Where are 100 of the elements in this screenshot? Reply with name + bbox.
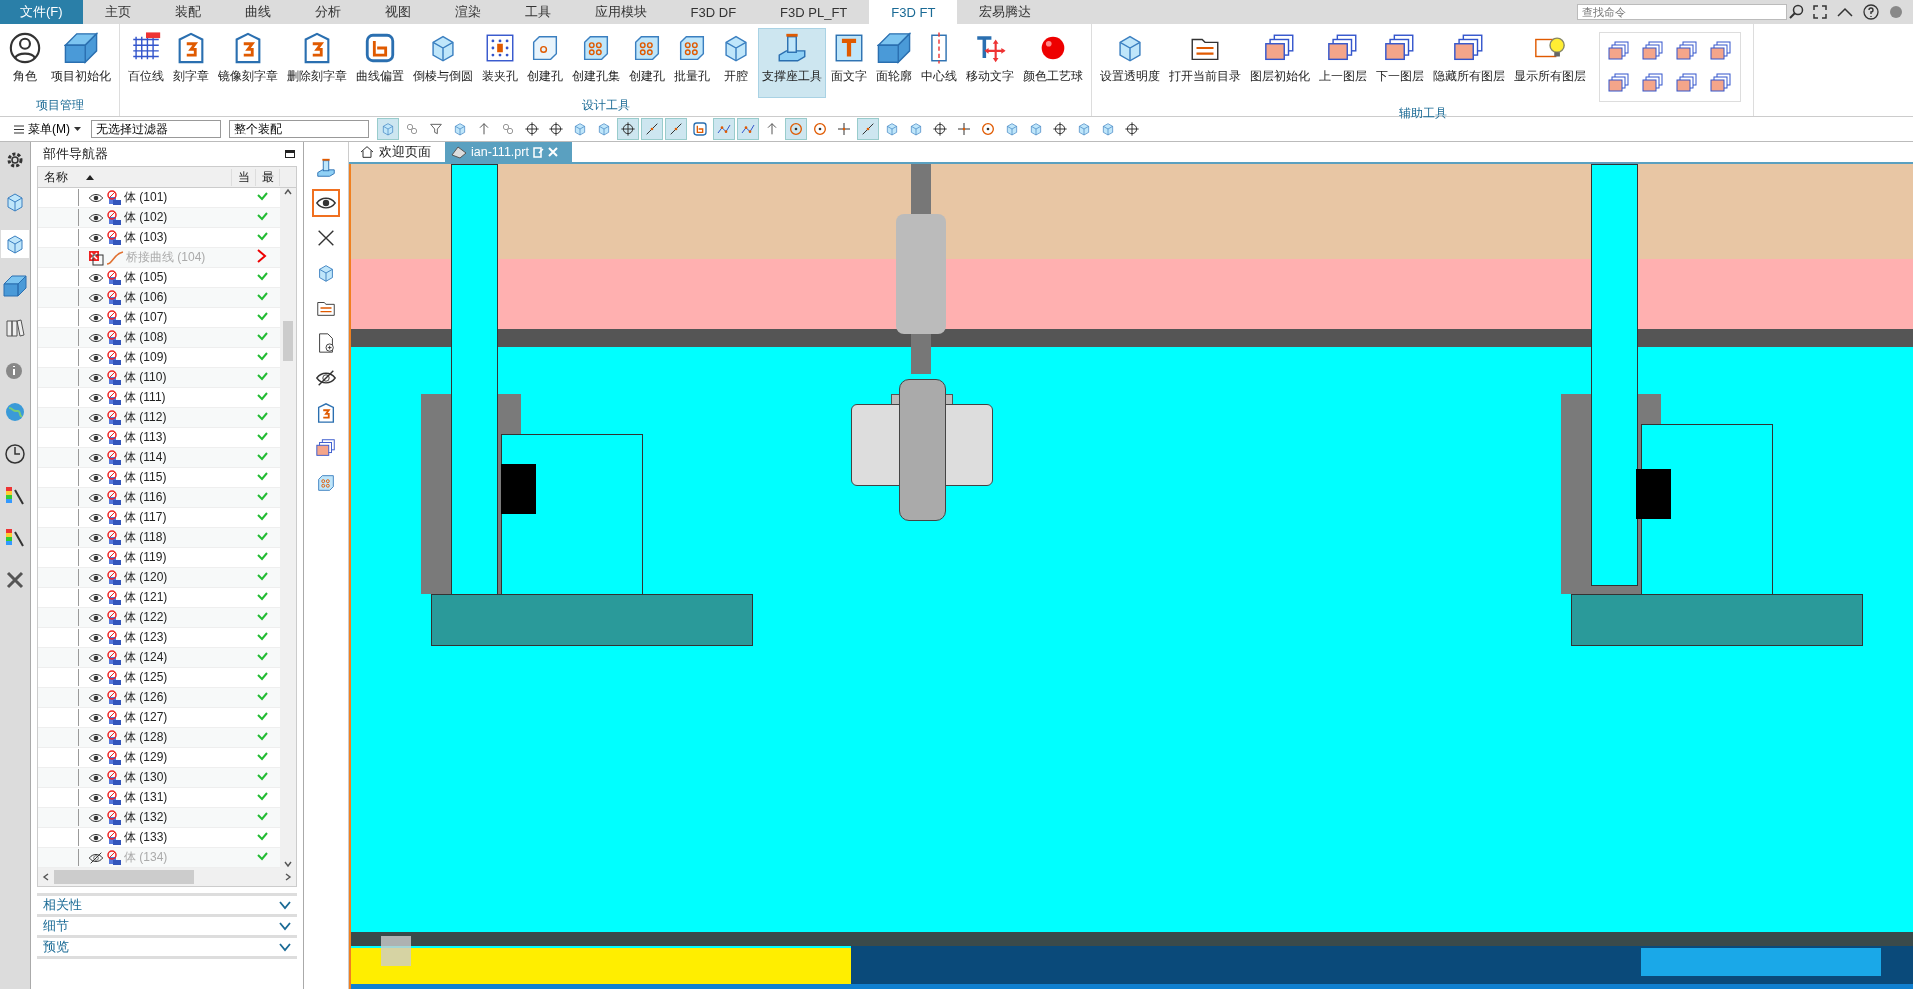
checkmark-icon xyxy=(256,310,268,322)
ribbon-tab[interactable]: 宏易腾达 xyxy=(957,0,1054,24)
column-header[interactable]: 最 xyxy=(256,168,280,186)
out-of-date-icon xyxy=(256,249,268,263)
body-icon xyxy=(106,369,122,386)
help-icon[interactable] xyxy=(1863,4,1879,20)
ribbon-tool-button[interactable]: 创建孔 xyxy=(523,28,567,98)
ribbon-tool-button[interactable]: 隐藏所有图层 xyxy=(1429,28,1509,98)
line-icon xyxy=(860,121,876,137)
checkmark-icon xyxy=(256,190,268,202)
caret-icon xyxy=(74,127,81,131)
collapsible-panel-header[interactable]: 细节 xyxy=(37,917,297,938)
ribbon-tab[interactable]: 应用模块 xyxy=(572,0,669,24)
node-label: 体 (126) xyxy=(124,689,168,706)
ribbon-tool-button[interactable]: 上一图层 xyxy=(1315,28,1371,98)
toolbar-button[interactable] xyxy=(617,118,639,140)
search-field[interactable]: 查找命令 xyxy=(1577,4,1787,20)
body-icon xyxy=(106,549,122,566)
collapse-chevron-icon[interactable] xyxy=(1837,5,1853,19)
ribbon-tab[interactable]: F3D FT xyxy=(869,0,958,24)
body-icon xyxy=(106,429,122,446)
ribbon-tool-button[interactable]: 设置透明度 xyxy=(1096,28,1164,98)
ribbon-tab[interactable]: 工具 xyxy=(502,0,573,24)
collapsible-panel-header[interactable]: 相关性 xyxy=(37,896,297,917)
ribbon-tool-button[interactable]: 创建孔 xyxy=(625,28,669,98)
ribbon-tab[interactable]: 主页 xyxy=(82,0,153,24)
column-header[interactable]: 当 xyxy=(232,168,256,186)
node-label: 体 (129) xyxy=(124,749,168,766)
tab-menu-icon[interactable] xyxy=(532,146,544,158)
ribbon-tool-button[interactable]: 创建孔集 xyxy=(568,28,624,98)
collapsible-panel-header[interactable]: 预览 xyxy=(37,938,297,959)
ribbon-tool-button[interactable]: 显示所有图层 xyxy=(1510,28,1590,98)
node-label: 体 (130) xyxy=(124,769,168,786)
ribbon-tab[interactable]: F3D PL_FT xyxy=(758,0,870,24)
side-toolbar-button[interactable] xyxy=(312,189,340,217)
column-header[interactable]: 名称 xyxy=(38,168,232,186)
ribbon-tool-button[interactable]: 刻字章 xyxy=(169,28,213,98)
ribbon-tool-button[interactable]: 中心线 xyxy=(917,28,961,98)
node-label: 体 (128) xyxy=(124,729,168,746)
ribbon-tool-button[interactable]: 移动文字 xyxy=(962,28,1018,98)
ribbon-tool-button[interactable]: 打开当前目录 xyxy=(1165,28,1245,98)
body-icon xyxy=(106,469,122,486)
file-menu-tab[interactable]: 文件(F) xyxy=(0,0,83,24)
ribbon-tool-button[interactable]: 面文字 xyxy=(827,28,871,98)
ribbon-tool-button[interactable]: 删除刻字章 xyxy=(283,28,351,98)
ribbon-tool-button[interactable]: 角色 xyxy=(4,28,46,98)
ribbon-tool-button[interactable]: 支撑座工具 xyxy=(758,28,826,98)
ribbon-tab[interactable]: 渲染 xyxy=(432,0,503,24)
ribbon-tool-button[interactable]: 图层初始化 xyxy=(1246,28,1314,98)
ribbon-tool-button[interactable]: 开腔 xyxy=(715,28,757,98)
close-icon[interactable] xyxy=(547,146,558,157)
checkmark-icon xyxy=(256,530,268,542)
checkmark-icon xyxy=(256,270,268,282)
circle-icon xyxy=(788,121,804,137)
menu-button[interactable]: 菜单(M) xyxy=(6,120,89,138)
ribbon-tool-button[interactable]: 倒棱与倒圆 xyxy=(409,28,477,98)
body-icon xyxy=(106,409,122,426)
vertical-scrollbar[interactable] xyxy=(280,188,296,868)
ribbon-tab[interactable]: F3D DF xyxy=(668,0,759,24)
document-tab[interactable]: 欢迎页面 xyxy=(353,142,445,162)
scrollbar-thumb[interactable] xyxy=(283,321,293,361)
toolbar-button[interactable] xyxy=(785,118,807,140)
toolbar-button[interactable] xyxy=(665,118,687,140)
ribbon-tool-button[interactable]: 颜色工艺球 xyxy=(1019,28,1087,98)
ribbon-tab[interactable]: 曲线 xyxy=(222,0,293,24)
crosshair-icon xyxy=(620,121,636,137)
ribbon-tool-button[interactable]: 装夹孔 xyxy=(478,28,522,98)
maximize-button[interactable] xyxy=(285,150,295,158)
body-icon xyxy=(106,669,122,686)
scroll-left-icon xyxy=(42,873,50,881)
part-icon xyxy=(451,145,467,159)
toolbar-button[interactable] xyxy=(737,118,759,140)
ribbon-tool-button[interactable]: 下一图层 xyxy=(1372,28,1428,98)
ribbon-tool-button[interactable]: 百位线 xyxy=(124,28,168,98)
selection-filter-dropdown[interactable]: 无选择过滤器 xyxy=(91,120,221,138)
person-icon xyxy=(8,31,42,65)
ribbon-tool-button[interactable]: 镜像刻字章 xyxy=(214,28,282,98)
cube-icon xyxy=(1100,121,1116,137)
toolbar-button[interactable] xyxy=(641,118,663,140)
ribbon-tab[interactable]: 分析 xyxy=(292,0,363,24)
clock-icon xyxy=(3,442,27,466)
body-icon xyxy=(106,689,122,706)
body-icon xyxy=(106,389,122,406)
body-icon xyxy=(106,449,122,466)
horizontal-scrollbar[interactable] xyxy=(38,868,296,886)
cube-icon xyxy=(572,121,588,137)
ribbon-tool-button[interactable]: 面轮廓 xyxy=(872,28,916,98)
ribbon-tool-button[interactable]: 批量孔 xyxy=(670,28,714,98)
ribbon-tool-button[interactable]: 曲线偏置 xyxy=(352,28,408,98)
ribbon-tool-button[interactable]: 项目初始化 xyxy=(47,28,115,98)
ribbon-tab[interactable]: 装配 xyxy=(152,0,223,24)
ribbon-tab[interactable]: 视图 xyxy=(362,0,433,24)
toolbar-button[interactable] xyxy=(713,118,735,140)
fullscreen-icon[interactable] xyxy=(1813,5,1827,19)
cube-icon xyxy=(1028,121,1044,137)
toolbar-button[interactable] xyxy=(857,118,879,140)
checkmark-icon xyxy=(256,510,268,522)
node-label: 体 (117) xyxy=(124,509,167,526)
scope-dropdown[interactable]: 整个装配 xyxy=(229,120,369,138)
ribbon-group-label: 辅助工具 xyxy=(1397,106,1448,121)
